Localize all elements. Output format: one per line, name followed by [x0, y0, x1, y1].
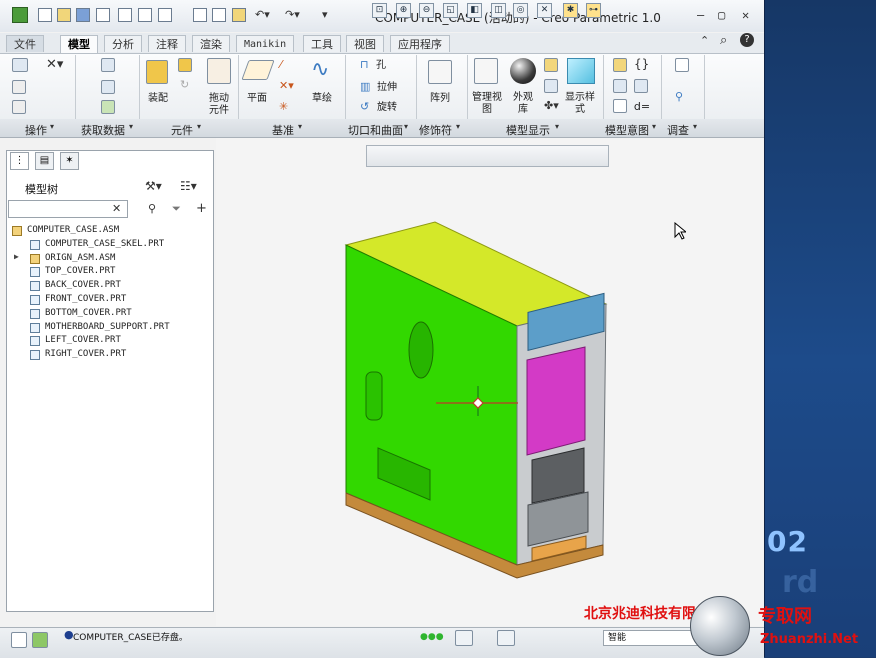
desktop-number: 02: [767, 525, 808, 558]
watermark-logo: [690, 596, 750, 656]
model-tree-title: 模型树: [25, 183, 58, 196]
part-icon: [30, 336, 40, 347]
folder-browser-tab-icon[interactable]: ▤: [35, 152, 54, 170]
desktop-background: [764, 0, 876, 657]
favorites-tab-icon[interactable]: ✶: [60, 152, 79, 170]
filter-icon[interactable]: ⏷: [172, 202, 181, 216]
model-tree-tab-icon[interactable]: ⋮: [10, 152, 29, 170]
tree-item-label: BACK_COVER.PRT: [45, 280, 121, 291]
side-latch[interactable]: [365, 371, 383, 421]
browser-toggle-icon[interactable]: [32, 632, 48, 648]
selection-box-icon[interactable]: [497, 630, 515, 646]
part-icon: [30, 295, 40, 305]
tree-item-label: COMPUTER_CASE.ASM: [27, 225, 120, 235]
regen-status-icon: ●●●: [420, 632, 444, 642]
find-tool-icon[interactable]: [455, 630, 473, 646]
tree-settings-icon[interactable]: ⚒▾: [145, 179, 162, 193]
add-column-icon[interactable]: +: [196, 201, 207, 216]
tree-item-label: RIGHT_COVER.PRT: [45, 349, 127, 360]
desktop-ghost-text: rd: [782, 565, 819, 600]
mouse-cursor-icon: [674, 222, 686, 240]
find-icon[interactable]: ⚲: [148, 202, 156, 215]
assembly-icon: [12, 226, 22, 236]
navigator-panel: [6, 150, 214, 612]
clear-search-icon[interactable]: ✕: [112, 202, 121, 215]
tree-item-label: LEFT_COVER.PRT: [45, 335, 121, 346]
part-icon: [30, 322, 40, 333]
watermark-site: Zhuanzhi.Net: [760, 632, 859, 647]
part-icon: [30, 267, 40, 278]
tree-item-label: ORIGN_ASM.ASM: [45, 252, 116, 263]
tree-item-label: FRONT_COVER.PRT: [45, 294, 127, 304]
tree-item-label: TOP_COVER.PRT: [45, 266, 116, 277]
creo-window: ↶▾ ↷▾ ▾ COMPUTER_CASE (活动的) - Creo Param…: [0, 0, 765, 658]
part-icon: [30, 308, 40, 319]
part-icon: [30, 350, 40, 361]
navigator-toggle-icon[interactable]: [11, 632, 27, 648]
watermark-site-cn: 专取网: [758, 606, 812, 627]
tree-show-icon[interactable]: ☷▾: [180, 179, 197, 193]
side-vent[interactable]: [408, 321, 434, 379]
case-interior[interactable]: [526, 346, 586, 456]
tree-item-label: MOTHERBOARD_SUPPORT.PRT: [45, 321, 170, 332]
expand-icon[interactable]: ▶: [14, 252, 19, 261]
status-message: COMPUTER_CASE已存盘。: [73, 633, 188, 643]
part-icon: [30, 281, 40, 292]
assembly-icon: [30, 253, 40, 264]
part-icon: [30, 239, 40, 250]
tree-item-label: BOTTOM_COVER.PRT: [45, 307, 132, 318]
tree-search-input[interactable]: [8, 200, 128, 218]
tree-item-label: COMPUTER_CASE_SKEL.PRT: [45, 238, 165, 249]
